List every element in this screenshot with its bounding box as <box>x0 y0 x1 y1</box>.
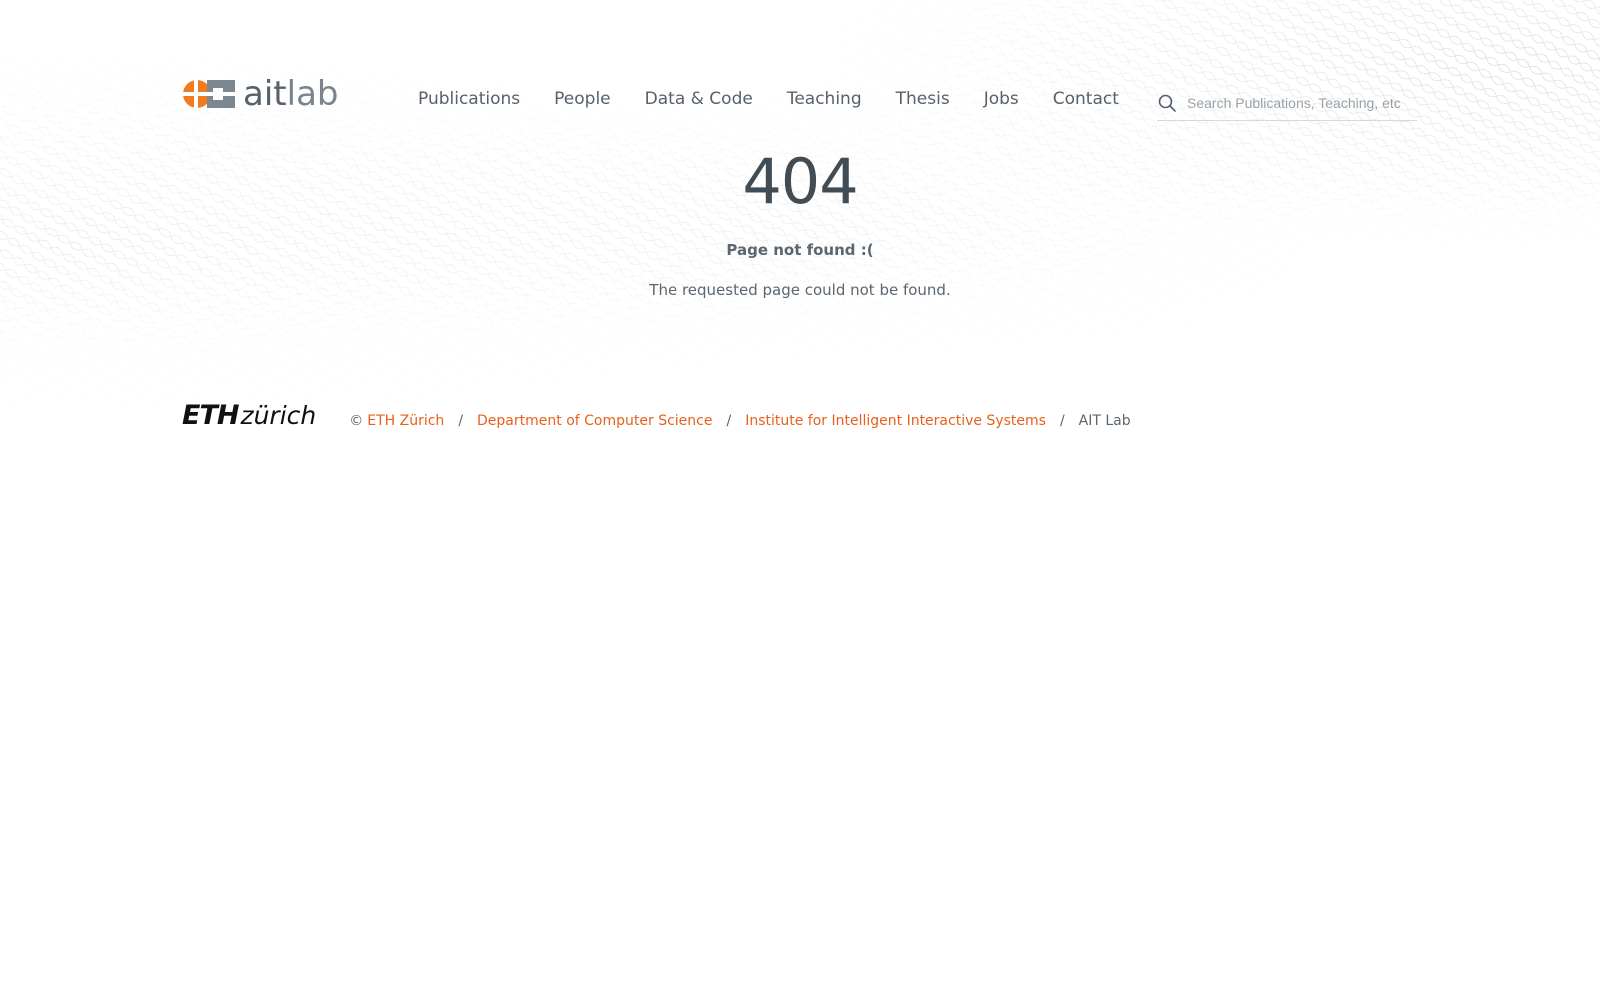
breadcrumb-separator: / <box>458 413 464 429</box>
nav-item-thesis[interactable]: Thesis <box>896 88 950 110</box>
logo-wordmark: aitlab <box>243 76 339 112</box>
copyright-symbol: © <box>349 413 364 429</box>
main-nav: Publications People Data & Code Teaching… <box>418 88 1153 110</box>
search-bar <box>1157 86 1417 121</box>
breadcrumb: © ETH Zürich / Department of Computer Sc… <box>349 403 1130 429</box>
eth-zurich-logo[interactable]: ETH zürich <box>182 401 316 431</box>
error-title: Page not found :( <box>726 241 874 259</box>
breadcrumb-institute[interactable]: Institute for Intelligent Interactive Sy… <box>745 413 1046 429</box>
page: aitlab Publications People Data & Code T… <box>0 0 1600 1000</box>
search-input[interactable] <box>1187 95 1415 111</box>
error-content: 404 Page not found :( The requested page… <box>0 145 1600 299</box>
nav-item-teaching[interactable]: Teaching <box>787 88 862 110</box>
breadcrumb-eth-zurich[interactable]: ETH Zürich <box>367 413 444 429</box>
breadcrumb-ait-lab: AIT Lab <box>1078 413 1131 429</box>
nav-item-jobs[interactable]: Jobs <box>984 88 1019 110</box>
breadcrumb-department-cs[interactable]: Department of Computer Science <box>477 413 712 429</box>
search-icon[interactable] <box>1157 93 1177 113</box>
eth-logo-zurich: zürich <box>240 401 317 430</box>
error-code: 404 <box>742 145 858 218</box>
breadcrumb-separator: / <box>726 413 732 429</box>
nav-item-publications[interactable]: Publications <box>418 88 520 110</box>
footer: ETH zürich © ETH Zürich / Department of C… <box>182 400 1131 432</box>
nav-item-contact[interactable]: Contact <box>1053 88 1119 110</box>
breadcrumb-separator: / <box>1059 413 1065 429</box>
error-description: The requested page could not be found. <box>649 281 951 299</box>
eth-logo-eth: ETH <box>182 400 239 431</box>
nav-item-people[interactable]: People <box>554 88 610 110</box>
logo-wordmark-ait: ait <box>243 74 287 114</box>
aitlab-logo[interactable]: aitlab <box>183 74 339 114</box>
logo-wordmark-lab: lab <box>286 74 339 114</box>
nav-item-data-code[interactable]: Data & Code <box>645 88 753 110</box>
aitlab-logo-icon <box>183 80 235 108</box>
